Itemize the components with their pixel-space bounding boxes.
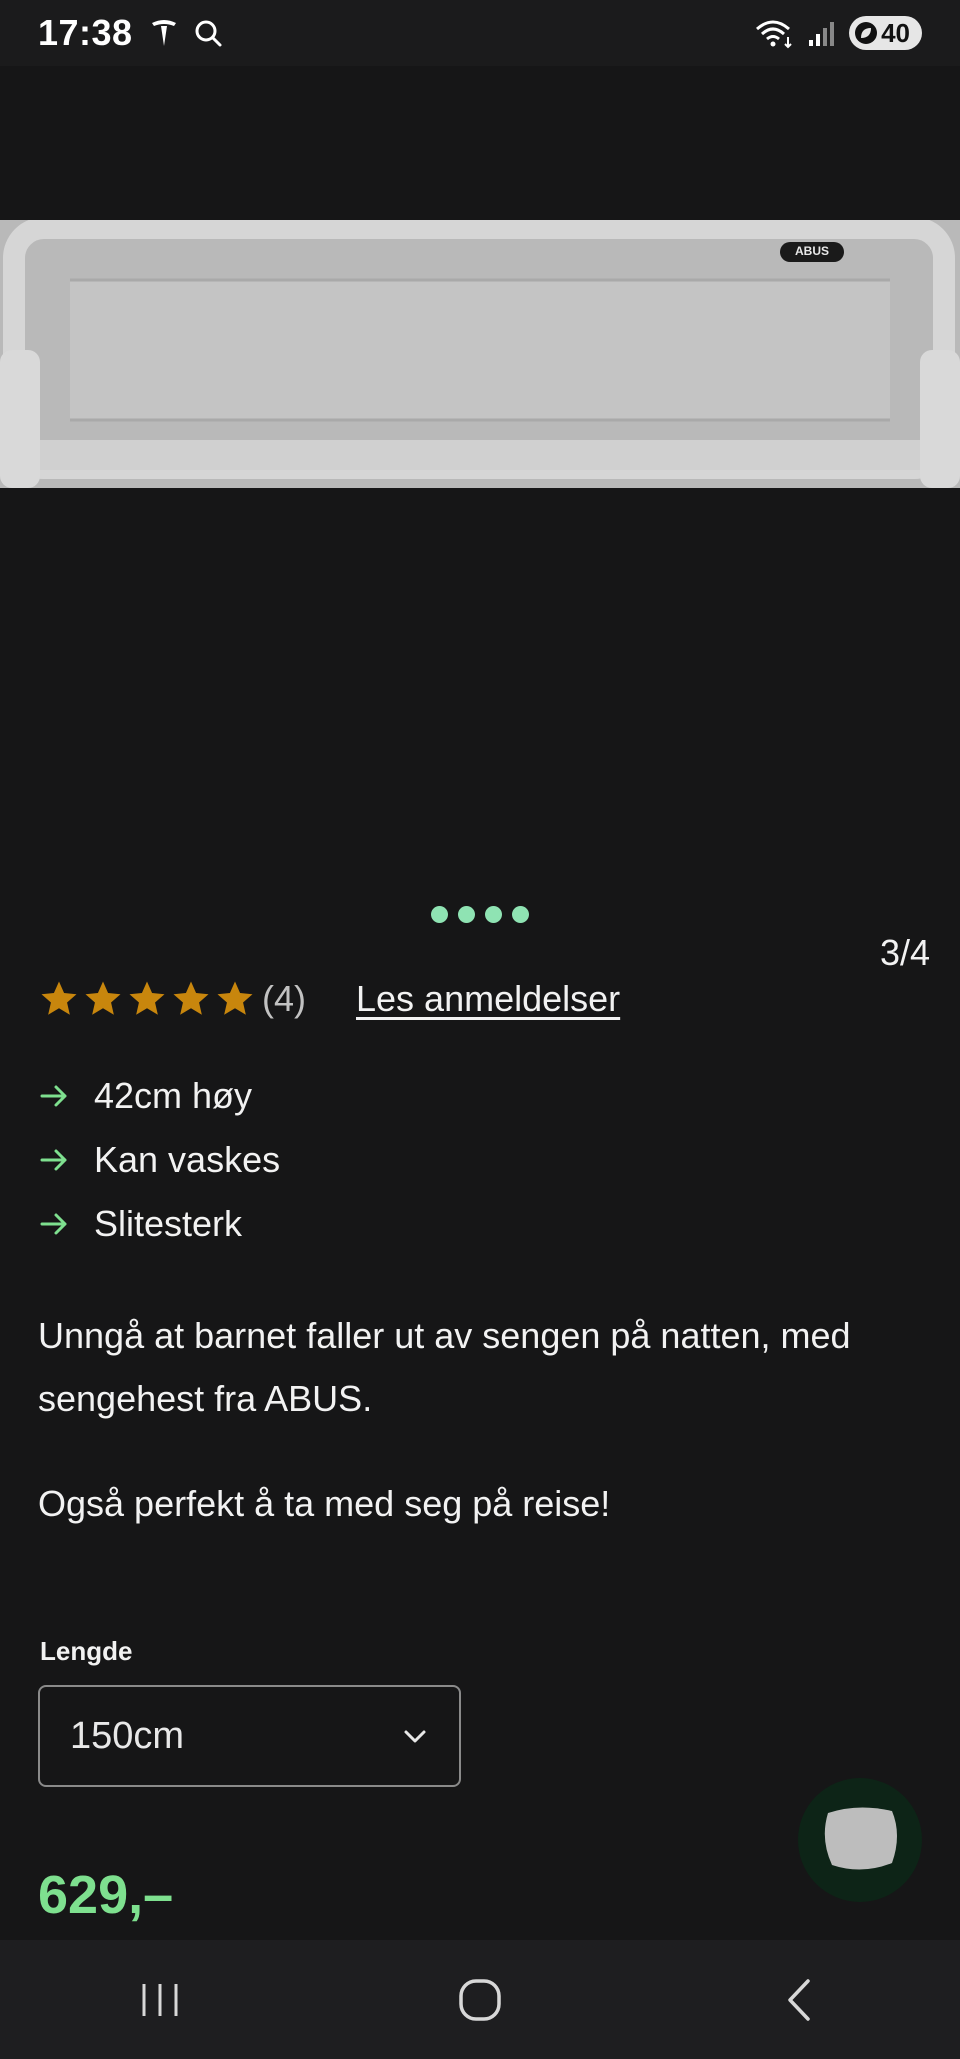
length-selected-value: 150cm	[70, 1714, 185, 1757]
description-paragraph: Unngå at barnet faller ut av sengen på n…	[38, 1315, 851, 1419]
star-icon	[41, 981, 77, 1015]
home-button[interactable]	[420, 1960, 540, 2040]
gallery-counter: 3/4	[879, 932, 930, 973]
chat-bubble-icon	[824, 1807, 897, 1870]
star-icon	[85, 981, 121, 1015]
arrow-right-icon	[40, 1213, 67, 1235]
wifi-icon	[756, 20, 792, 49]
battery-level: 40	[881, 17, 910, 48]
arrow-right-icon	[40, 1085, 67, 1107]
feature-item: Slitesterk	[38, 1192, 280, 1256]
feature-item: 42cm høy	[38, 1064, 280, 1128]
signal-icon	[809, 22, 835, 46]
read-reviews-link[interactable]: Les anmeldelser	[356, 978, 620, 1020]
gallery-dots	[0, 906, 960, 923]
rating-row: (4) Les anmeldelser	[38, 978, 620, 1020]
status-time: 17:38	[38, 12, 133, 53]
feature-list: 42cm høy Kan vaskes Slitesterk	[38, 1064, 280, 1256]
price: 629,–	[38, 1865, 174, 1925]
arrow-right-icon	[40, 1149, 67, 1171]
home-icon	[459, 1978, 501, 2021]
product-image[interactable]: ABUS	[0, 220, 960, 488]
chat-button[interactable]	[798, 1778, 922, 1902]
feature-text: Kan vaskes	[94, 1139, 281, 1180]
battery-icon: 40	[849, 16, 922, 50]
battery-saver-icon	[855, 22, 878, 44]
recent-apps-icon	[142, 1983, 178, 2016]
search-icon	[195, 20, 222, 47]
gallery-dot[interactable]	[512, 906, 529, 923]
star-rating	[38, 978, 256, 1020]
back-button[interactable]	[740, 1960, 860, 2040]
feature-text: Slitesterk	[94, 1203, 243, 1244]
chevron-down-icon	[404, 1730, 426, 1743]
review-count: (4)	[262, 978, 306, 1019]
length-select[interactable]: 150cm	[38, 1685, 461, 1787]
length-label: Lengde	[40, 1636, 133, 1666]
system-nav-bar	[0, 1940, 960, 2059]
star-icon	[129, 981, 165, 1015]
gallery-dot[interactable]	[458, 906, 475, 923]
star-icon	[217, 981, 253, 1015]
product-gallery[interactable]: ABUS 3/4	[0, 66, 960, 973]
status-bar: 17:38 40	[0, 0, 960, 66]
image-brand-label: ABUS	[794, 244, 829, 258]
feature-text: 42cm høy	[94, 1075, 253, 1116]
gallery-dot[interactable]	[485, 906, 502, 923]
star-icon	[173, 981, 209, 1015]
product-description: Unngå at barnet faller ut av sengen på n…	[38, 1304, 918, 1535]
feature-item: Kan vaskes	[38, 1128, 280, 1192]
back-icon	[788, 1978, 810, 2021]
description-paragraph: Også perfekt å ta med seg på reise!	[38, 1483, 611, 1524]
gallery-dot[interactable]	[431, 906, 448, 923]
product-page: 17:38 40 ABUS 3/4 (4) Les anmeldelser 42…	[0, 0, 960, 2059]
tesla-icon	[151, 20, 176, 46]
recent-apps-button[interactable]	[100, 1960, 220, 2040]
